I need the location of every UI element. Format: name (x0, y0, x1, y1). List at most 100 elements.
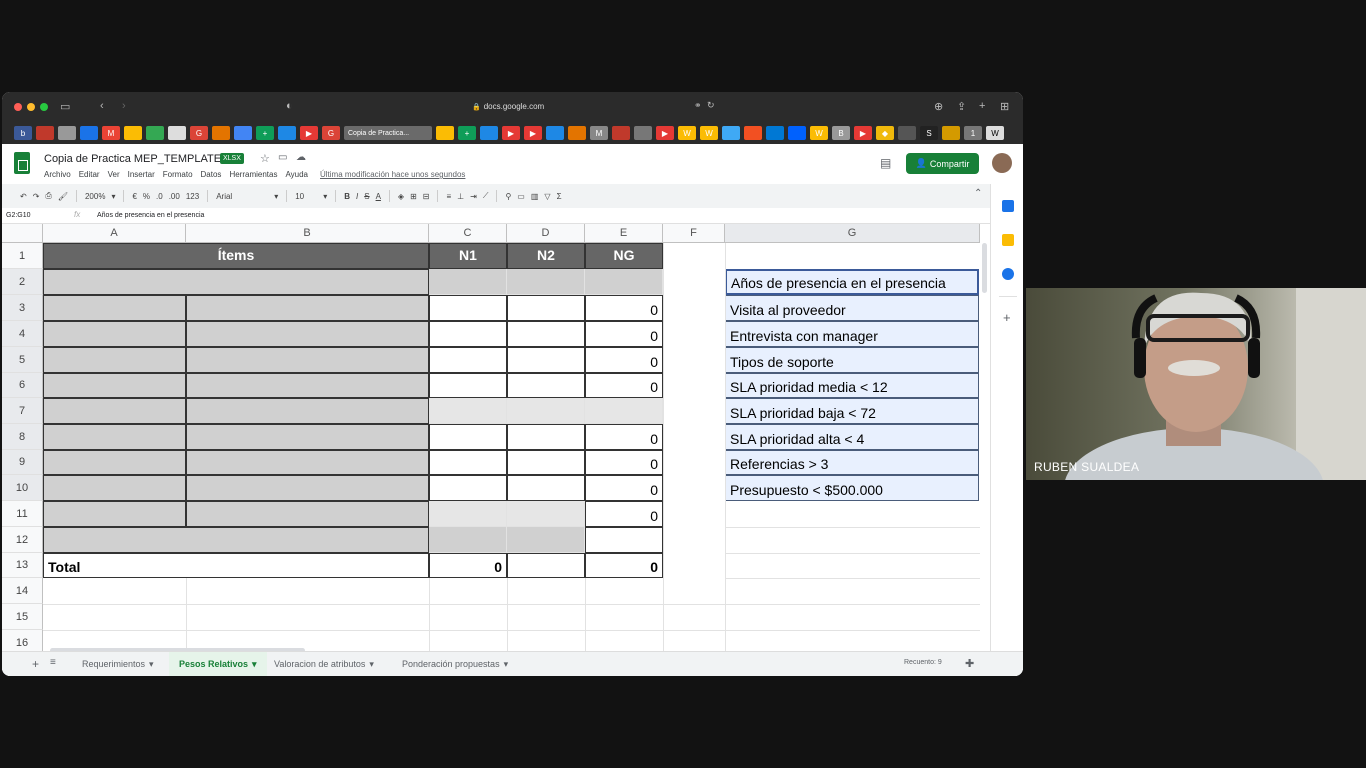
zoom-select[interactable]: 200% (85, 192, 105, 201)
table-cell[interactable] (186, 501, 429, 527)
total-label-cell[interactable]: Total (43, 553, 429, 578)
table-cell[interactable] (429, 398, 507, 424)
cloud-status-icon[interactable]: ☁ (296, 152, 306, 163)
table-cell[interactable] (43, 475, 186, 501)
forward-icon[interactable]: › (122, 100, 126, 112)
share-button[interactable]: 👤 Compartir (906, 153, 979, 174)
tab-overview-icon[interactable]: ⊞ (1000, 100, 1009, 113)
items-header-cell[interactable]: Ítems (43, 243, 429, 269)
back-icon[interactable]: ‹ (100, 100, 104, 112)
bookmark-icon[interactable]: W (678, 126, 696, 140)
avatar[interactable] (992, 153, 1012, 173)
bookmark-icon[interactable] (36, 126, 54, 140)
fill-color-icon[interactable]: ◈ (398, 192, 404, 201)
strikethrough-icon[interactable]: S (364, 192, 369, 201)
tab-valoracion-de-atributos[interactable]: Valoracion de atributos ▾ (274, 652, 374, 676)
table-cell[interactable] (585, 269, 663, 295)
undo-icon[interactable]: ↶ (20, 192, 27, 201)
formula-input[interactable]: Años de presencia en el presencia (97, 212, 204, 219)
sheets-logo-icon[interactable] (14, 152, 30, 174)
bookmark-icon[interactable] (788, 126, 806, 140)
bookmark-icon[interactable] (744, 126, 762, 140)
bookmark-icon[interactable] (436, 126, 454, 140)
shield-icon[interactable]: ◐ (286, 100, 293, 112)
font-select[interactable]: Arial (216, 192, 268, 201)
table-cell[interactable] (186, 321, 429, 347)
bookmark-icon[interactable] (168, 126, 186, 140)
menu-item-ayuda[interactable]: Ayuda (285, 170, 308, 179)
table-cell[interactable] (429, 424, 507, 450)
table-cell[interactable] (186, 450, 429, 475)
table-cell[interactable] (507, 347, 585, 373)
column-header-g[interactable]: G (725, 224, 980, 243)
n1-header-cell[interactable]: N1 (429, 243, 507, 269)
total-ng-cell[interactable]: 0 (585, 553, 663, 578)
table-cell[interactable] (186, 373, 429, 398)
table-cell[interactable] (43, 450, 186, 475)
bookmark-icon[interactable] (234, 126, 252, 140)
criteria-cell[interactable]: Referencias > 3 (725, 450, 979, 475)
row-header[interactable]: 15 (2, 604, 43, 630)
explore-icon[interactable]: ✚ (965, 657, 974, 670)
bookmark-icon[interactable]: ▶ (502, 126, 520, 140)
menu-item-insertar[interactable]: Insertar (128, 170, 155, 179)
bookmark-icon[interactable] (480, 126, 498, 140)
table-cell[interactable] (43, 398, 186, 424)
table-cell[interactable] (507, 424, 585, 450)
bookmark-icon[interactable]: W (700, 126, 718, 140)
functions-icon[interactable]: Σ (557, 192, 562, 201)
table-cell[interactable] (43, 527, 429, 553)
tasks-icon[interactable] (1002, 268, 1014, 280)
table-cell[interactable] (429, 527, 507, 553)
table-cell[interactable] (186, 398, 429, 424)
paint-format-icon[interactable]: 🖌 (58, 192, 68, 201)
all-sheets-icon[interactable]: ≡ (50, 657, 56, 668)
vertical-scrollbar[interactable] (982, 243, 987, 293)
bookmark-active-tab[interactable]: Copia de Practica... (344, 126, 432, 140)
row-header[interactable]: 5 (2, 347, 43, 373)
bookmark-icon[interactable] (146, 126, 164, 140)
table-cell[interactable] (507, 450, 585, 475)
criteria-cell[interactable]: Entrevista con manager (725, 321, 979, 347)
ng-value-cell[interactable]: 0 (585, 373, 663, 398)
column-header-b[interactable]: B (186, 224, 429, 243)
bookmark-icon[interactable] (766, 126, 784, 140)
ng-value-cell[interactable]: 0 (585, 321, 663, 347)
share-icon[interactable]: ⇪ (957, 100, 966, 113)
close-window-button[interactable] (14, 103, 22, 111)
table-cell[interactable] (585, 527, 663, 553)
table-cell[interactable] (186, 424, 429, 450)
bookmark-icon[interactable]: G (322, 126, 340, 140)
table-cell[interactable] (429, 475, 507, 501)
ng-value-cell[interactable]: 0 (585, 347, 663, 373)
bookmark-icon[interactable]: b (14, 126, 32, 140)
bookmark-icon[interactable]: ◆ (876, 126, 894, 140)
bookmark-icon[interactable] (58, 126, 76, 140)
chevron-down-icon[interactable]: ▾ (323, 192, 327, 201)
menu-item-editar[interactable]: Editar (79, 170, 100, 179)
criteria-cell[interactable]: Presupuesto < $500.000 (725, 475, 979, 501)
move-folder-icon[interactable]: ▭ (278, 152, 287, 163)
reload-icon[interactable]: ↻ (707, 100, 715, 111)
ng-value-cell[interactable]: 0 (585, 424, 663, 450)
bookmark-icon[interactable]: W (810, 126, 828, 140)
bookmark-icon[interactable]: ▶ (524, 126, 542, 140)
filter-icon[interactable]: ▽ (544, 192, 550, 201)
row-header[interactable]: 11 (2, 501, 43, 527)
table-cell[interactable] (43, 501, 186, 527)
row-header[interactable]: 1 (2, 243, 43, 269)
criteria-cell[interactable]: Tipos de soporte (725, 347, 979, 373)
table-cell[interactable] (507, 398, 585, 424)
table-cell[interactable] (186, 475, 429, 501)
total-n1-cell[interactable]: 0 (429, 553, 507, 578)
calendar-icon[interactable] (1002, 200, 1014, 212)
bookmark-icon[interactable]: G (190, 126, 208, 140)
number-format-button[interactable]: 123 (186, 192, 199, 201)
merge-cells-icon[interactable]: ⊟ (423, 192, 430, 201)
table-cell[interactable] (186, 347, 429, 373)
bookmark-icon[interactable] (898, 126, 916, 140)
table-cell[interactable] (507, 501, 585, 527)
bookmark-icon[interactable] (124, 126, 142, 140)
bookmark-icon[interactable] (546, 126, 564, 140)
column-header-d[interactable]: D (507, 224, 585, 243)
